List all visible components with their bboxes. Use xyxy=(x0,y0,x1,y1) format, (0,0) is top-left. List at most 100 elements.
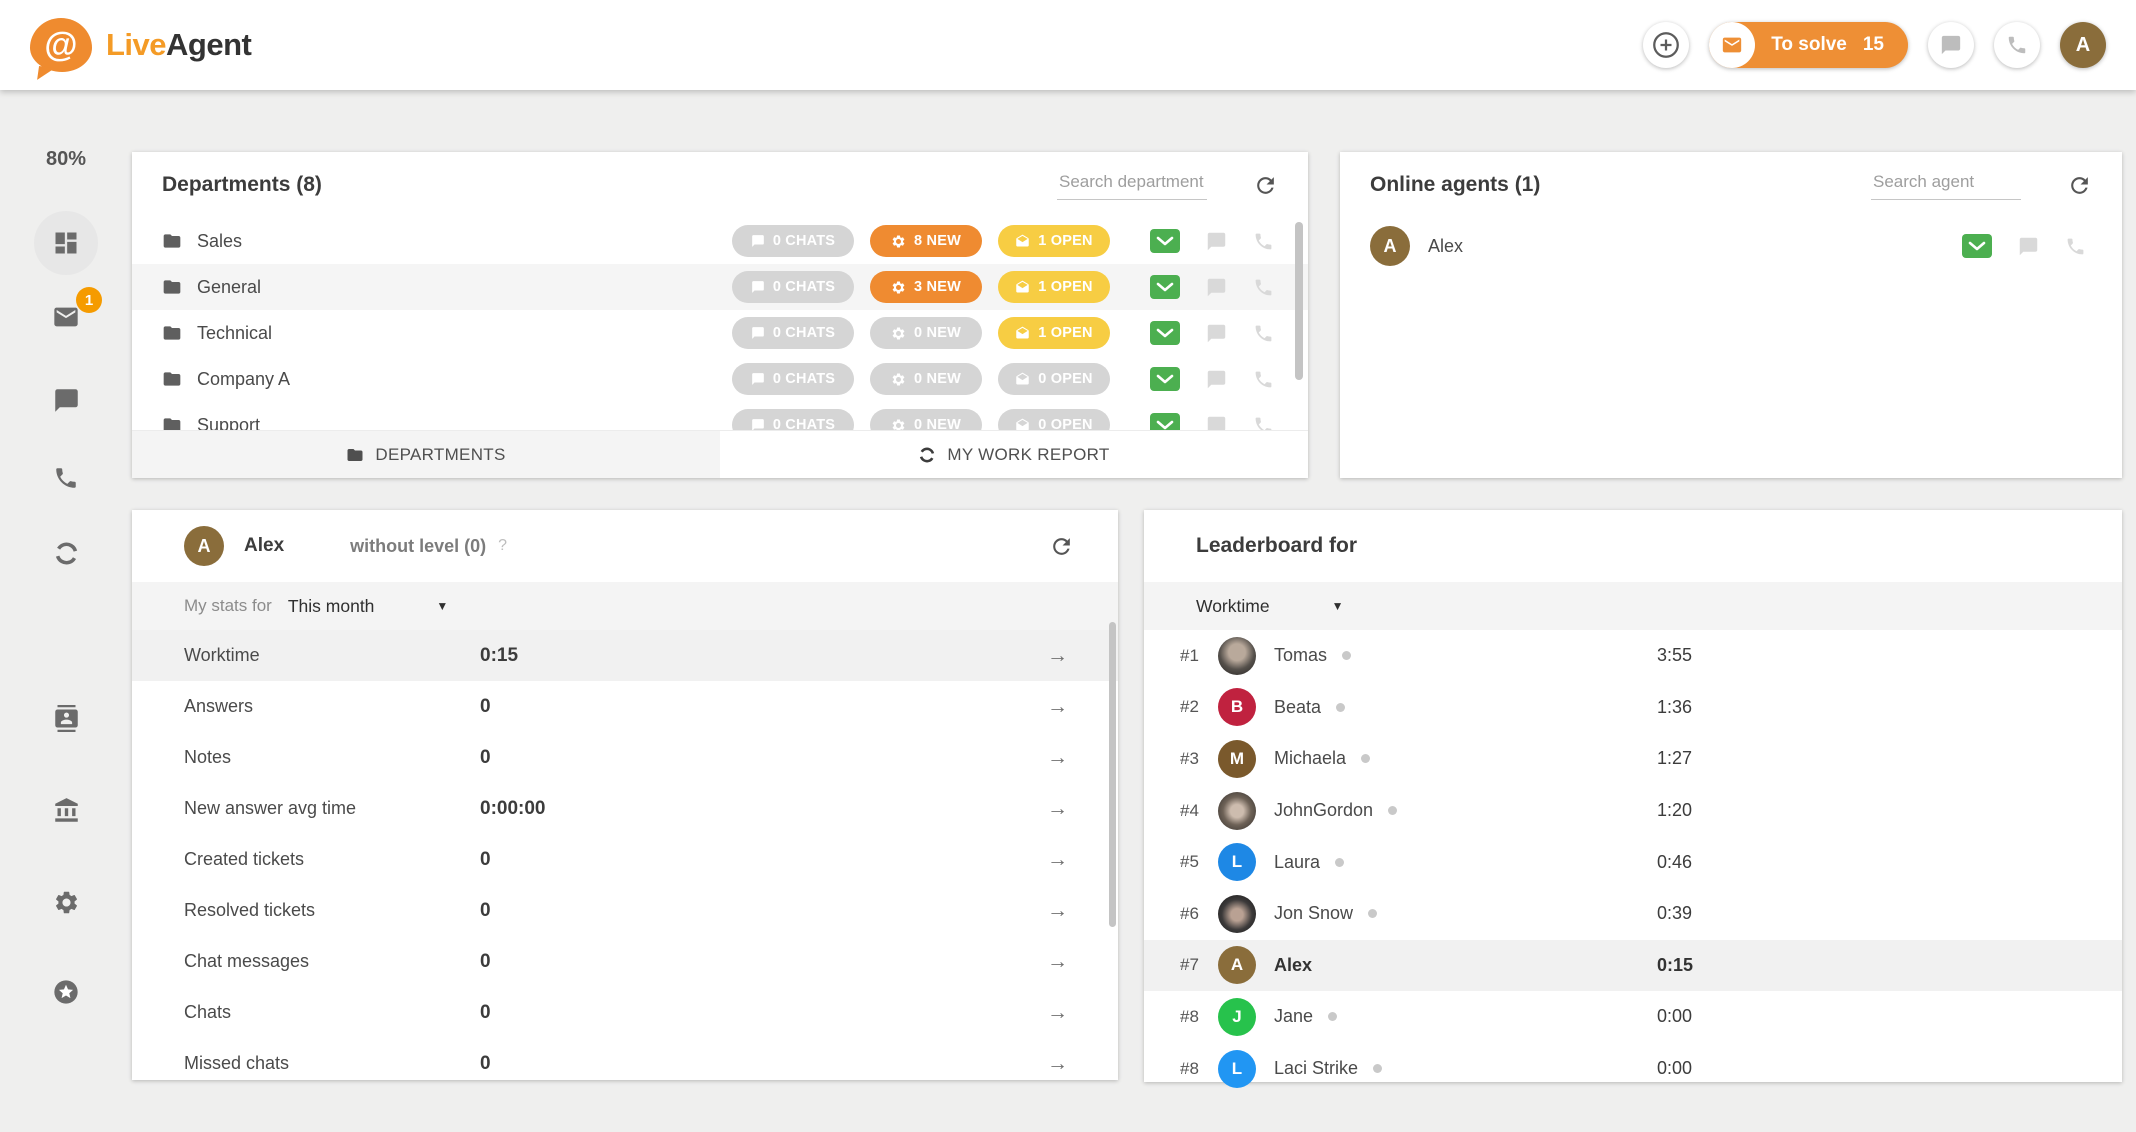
stat-row[interactable]: Chat messages 0 → xyxy=(132,936,1118,987)
my-stats-list: Worktime 0:15 → Answers 0 → Notes 0 → Ne… xyxy=(132,630,1118,1089)
sidebar-item-companies[interactable] xyxy=(34,778,98,842)
stat-row[interactable]: New answer avg time 0:00:00 → xyxy=(132,783,1118,834)
chats-count-chip[interactable]: 0 CHATS xyxy=(732,317,854,349)
chats-count-chip[interactable]: 0 CHATS xyxy=(732,271,854,303)
phone-icon[interactable] xyxy=(1253,415,1274,431)
stat-row[interactable]: Chats 0 → xyxy=(132,987,1118,1038)
arrow-right-icon[interactable]: → xyxy=(1047,1052,1068,1076)
new-ticket-icon[interactable] xyxy=(1150,229,1180,254)
leaderboard-row[interactable]: #8 L Laci Strike 0:00 xyxy=(1144,1043,2122,1095)
department-row[interactable]: Technical 0 CHATS 0 NEW 1 OPEN xyxy=(132,310,1308,356)
stat-row[interactable]: Created tickets 0 → xyxy=(132,834,1118,885)
department-row[interactable]: Company A 0 CHATS 0 NEW 0 OPEN xyxy=(132,356,1308,402)
chat-icon[interactable] xyxy=(1206,323,1227,344)
refresh-icon[interactable] xyxy=(1049,534,1074,559)
arrow-right-icon[interactable]: → xyxy=(1047,848,1068,872)
chat-icon[interactable] xyxy=(1206,369,1227,390)
new-ticket-icon[interactable] xyxy=(1150,275,1180,300)
department-name: Support xyxy=(197,415,260,431)
refresh-icon[interactable] xyxy=(1253,173,1278,198)
calls-button[interactable] xyxy=(1994,22,2040,68)
liveagent-logo[interactable]: @ LiveAgent xyxy=(30,18,251,72)
arrow-right-icon[interactable]: → xyxy=(1047,899,1068,923)
open-tickets-chip[interactable]: 1 OPEN xyxy=(998,225,1110,257)
to-solve-count: 15 xyxy=(1863,34,1884,56)
agent-avatar: J xyxy=(1218,998,1256,1036)
open-tickets-chip[interactable]: 0 OPEN xyxy=(998,363,1110,395)
chat-icon[interactable] xyxy=(2018,236,2039,257)
arrow-right-icon[interactable]: → xyxy=(1047,644,1068,668)
new-ticket-icon[interactable] xyxy=(1150,367,1180,392)
sidebar-item-tickets[interactable]: 1 xyxy=(34,285,98,349)
chevron-down-icon[interactable]: ▼ xyxy=(436,599,448,613)
arrow-right-icon[interactable]: → xyxy=(1047,1001,1068,1025)
leaderboard-row[interactable]: #5 L Laura 0:46 xyxy=(1144,836,2122,888)
open-tickets-chip[interactable]: 1 OPEN xyxy=(998,271,1110,303)
stat-row[interactable]: Worktime 0:15 → xyxy=(132,630,1118,681)
create-new-button[interactable] xyxy=(1643,22,1689,68)
sidebar-item-badges[interactable] xyxy=(34,960,98,1024)
leaderboard-row[interactable]: #2 B Beata 1:36 xyxy=(1144,682,2122,734)
chats-count-chip[interactable]: 0 CHATS xyxy=(732,409,854,430)
department-row[interactable]: Sales 0 CHATS 8 NEW 1 OPEN xyxy=(132,218,1308,264)
new-tickets-chip[interactable]: 3 NEW xyxy=(870,271,982,303)
arrow-right-icon[interactable]: → xyxy=(1047,746,1068,770)
to-solve-button[interactable]: To solve 15 xyxy=(1709,22,1908,68)
leaderboard-filter-value[interactable]: Worktime xyxy=(1196,596,1270,617)
department-name: General xyxy=(197,277,261,298)
user-avatar[interactable]: A xyxy=(2060,22,2106,68)
new-ticket-icon[interactable] xyxy=(1150,413,1180,431)
sidebar-item-contacts[interactable] xyxy=(34,686,98,750)
agent-row[interactable]: A Alex xyxy=(1340,218,2122,274)
leaderboard-row[interactable]: #6 Jon Snow 0:39 xyxy=(1144,888,2122,940)
departments-scrollbar[interactable] xyxy=(1295,222,1303,380)
new-tickets-chip[interactable]: 0 NEW xyxy=(870,317,982,349)
new-tickets-chip[interactable]: 0 NEW xyxy=(870,409,982,430)
tab-departments[interactable]: DEPARTMENTS xyxy=(132,431,720,478)
sidebar-item-calls[interactable] xyxy=(34,446,98,510)
help-icon[interactable]: ? xyxy=(498,537,507,555)
phone-icon[interactable] xyxy=(1253,277,1274,298)
stat-row[interactable]: Answers 0 → xyxy=(132,681,1118,732)
arrow-right-icon[interactable]: → xyxy=(1047,695,1068,719)
sidebar-item-chats[interactable] xyxy=(34,368,98,432)
new-ticket-icon[interactable] xyxy=(1150,321,1180,346)
arrow-right-icon[interactable]: → xyxy=(1047,950,1068,974)
refresh-icon[interactable] xyxy=(2067,173,2092,198)
chat-icon[interactable] xyxy=(1206,415,1227,431)
leaderboard-row[interactable]: #7 A Alex 0:15 xyxy=(1144,940,2122,992)
stat-row[interactable]: Notes 0 → xyxy=(132,732,1118,783)
chats-button[interactable] xyxy=(1928,22,1974,68)
chat-icon[interactable] xyxy=(1206,277,1227,298)
chevron-down-icon[interactable]: ▼ xyxy=(1332,599,1344,613)
stat-row[interactable]: Resolved tickets 0 → xyxy=(132,885,1118,936)
department-search-input[interactable] xyxy=(1057,170,1207,200)
agent-search-input[interactable] xyxy=(1871,170,2021,200)
phone-icon[interactable] xyxy=(1253,323,1274,344)
chats-count-chip[interactable]: 0 CHATS xyxy=(732,363,854,395)
department-row[interactable]: Support 0 CHATS 0 NEW 0 OPEN xyxy=(132,402,1308,430)
chats-count-chip[interactable]: 0 CHATS xyxy=(732,225,854,257)
arrow-right-icon[interactable]: → xyxy=(1047,797,1068,821)
stat-row[interactable]: Missed chats 0 → xyxy=(132,1038,1118,1089)
leaderboard-row[interactable]: #3 M Michaela 1:27 xyxy=(1144,733,2122,785)
leaderboard-row[interactable]: #4 JohnGordon 1:20 xyxy=(1144,785,2122,837)
phone-icon[interactable] xyxy=(2065,236,2086,257)
leaderboard-row[interactable]: #1 Tomas 3:55 xyxy=(1144,630,2122,682)
sidebar-item-dashboard[interactable] xyxy=(34,211,98,275)
my-stats-scrollbar[interactable] xyxy=(1109,622,1116,927)
sidebar-item-reports[interactable] xyxy=(34,521,98,585)
new-tickets-chip[interactable]: 0 NEW xyxy=(870,363,982,395)
sidebar-item-settings[interactable] xyxy=(34,870,98,934)
my-stats-filter-value[interactable]: This month xyxy=(288,596,375,617)
new-tickets-chip[interactable]: 8 NEW xyxy=(870,225,982,257)
tab-my-work-report[interactable]: MY WORK REPORT xyxy=(720,431,1308,478)
open-tickets-chip[interactable]: 1 OPEN xyxy=(998,317,1110,349)
open-tickets-chip[interactable]: 0 OPEN xyxy=(998,409,1110,430)
leaderboard-row[interactable]: #8 J Jane 0:00 xyxy=(1144,991,2122,1043)
new-ticket-icon[interactable] xyxy=(1962,234,1992,259)
phone-icon[interactable] xyxy=(1253,231,1274,252)
phone-icon[interactable] xyxy=(1253,369,1274,390)
department-row[interactable]: General 0 CHATS 3 NEW 1 OPEN xyxy=(132,264,1308,310)
chat-icon[interactable] xyxy=(1206,231,1227,252)
